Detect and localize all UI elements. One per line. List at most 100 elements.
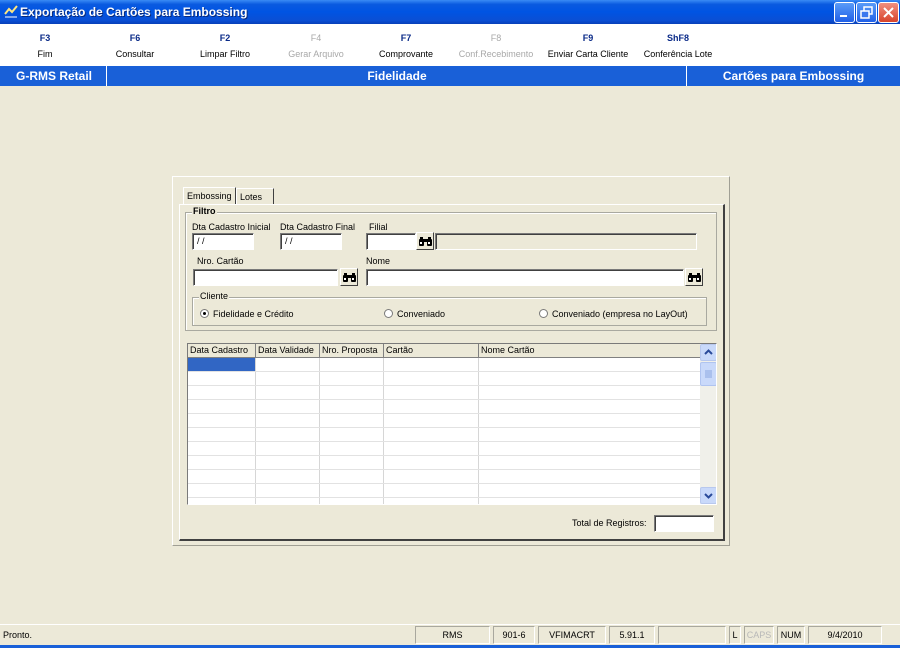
fkey-f7-comprovante[interactable]: F7 Comprovante xyxy=(356,33,456,59)
fkey-key: F9 xyxy=(582,33,594,43)
function-key-bar: F3 Fim F6 Consultar F2 Limpar Filtro F4 … xyxy=(0,24,900,66)
status-bar: Pronto. RMS 901-6 VFIMACRT 5.91.1 L CAPS… xyxy=(0,624,900,648)
fkey-label: Consultar xyxy=(115,49,155,59)
radio-indicator xyxy=(200,309,209,318)
fkey-label: Gerar Arquivo xyxy=(288,49,344,59)
grid-line xyxy=(188,385,700,386)
fkey-label: Fim xyxy=(37,49,53,59)
fkey-f3-fim[interactable]: F3 Fim xyxy=(0,33,95,59)
dta-cadastro-final-field[interactable]: / / xyxy=(280,233,342,250)
window-title: Exportação de Cartões para Embossing xyxy=(20,5,248,19)
scroll-down-button[interactable] xyxy=(700,487,716,504)
fkey-f9-enviar-carta-cliente[interactable]: F9 Enviar Carta Cliente xyxy=(538,33,638,59)
chevron-down-icon xyxy=(704,493,713,499)
app-icon xyxy=(4,5,18,18)
grid-line xyxy=(188,497,700,498)
header-divider xyxy=(106,66,107,86)
header-module-name: Fidelidade xyxy=(367,69,427,83)
tab-content-embossing: Filtro Dta Cadastro Inicial / / Dta Cada… xyxy=(179,204,725,541)
dta-cadastro-final-label: Dta Cadastro Final xyxy=(280,222,356,232)
nro-cartao-search-button[interactable] xyxy=(340,268,358,286)
tab-lotes[interactable]: Lotes xyxy=(236,188,274,205)
radio-label: Fidelidade e Crédito xyxy=(213,309,294,319)
dta-cadastro-inicial-field[interactable]: / / xyxy=(192,233,254,250)
fkey-key: ShF8 xyxy=(666,33,689,43)
fkey-key: F4 xyxy=(310,33,322,43)
grip-icon xyxy=(705,370,712,378)
binoculars-icon xyxy=(343,273,356,282)
fkey-f6-consultar[interactable]: F6 Consultar xyxy=(85,33,185,59)
nome-search-button[interactable] xyxy=(685,268,703,286)
close-button[interactable] xyxy=(878,2,899,23)
fkey-key: F3 xyxy=(39,33,51,43)
fkey-key: F2 xyxy=(219,33,231,43)
grid-line xyxy=(188,469,700,470)
close-icon xyxy=(883,7,894,18)
filial-description-field xyxy=(435,233,697,250)
radio-conveniado[interactable]: Conveniado xyxy=(384,309,445,319)
column-header-cartao[interactable]: Cartão xyxy=(384,344,479,358)
module-header-bar: G-RMS Retail Fidelidade Cartões para Emb… xyxy=(0,66,900,86)
binoculars-icon xyxy=(419,237,432,246)
grid-header: Data Cadastro Data Validade Nro. Propost… xyxy=(188,344,700,358)
cards-grid[interactable]: Data Cadastro Data Validade Nro. Propost… xyxy=(187,343,717,505)
tab-embossing[interactable]: Embossing xyxy=(183,187,236,205)
restore-icon xyxy=(860,6,873,19)
grid-line xyxy=(188,413,700,414)
radio-indicator xyxy=(539,309,548,318)
chevron-up-icon xyxy=(704,349,713,355)
column-header-nome-cartao[interactable]: Nome Cartão xyxy=(479,344,700,358)
nome-field[interactable] xyxy=(366,269,684,286)
radio-fidelidade-credito[interactable]: Fidelidade e Crédito xyxy=(200,309,294,319)
total-registros-field xyxy=(654,515,714,532)
radio-label: Conveniado xyxy=(397,309,446,319)
fkey-label: Enviar Carta Cliente xyxy=(547,49,629,59)
grid-line xyxy=(188,371,700,372)
fkey-label: Limpar Filtro xyxy=(199,49,250,59)
fkey-key: F6 xyxy=(129,33,141,43)
fkey-shf8-conferencia-lote[interactable]: ShF8 Conferência Lote xyxy=(628,33,728,59)
column-header-data-cadastro[interactable]: Data Cadastro xyxy=(188,344,256,358)
nome-label: Nome xyxy=(366,256,391,266)
grid-line xyxy=(188,427,700,428)
filial-field[interactable] xyxy=(366,233,416,250)
status-panel-program: VFIMACRT xyxy=(538,626,606,644)
filial-search-button[interactable] xyxy=(416,232,434,250)
fkey-f4-gerar-arquivo[interactable]: F4 Gerar Arquivo xyxy=(266,33,366,59)
grid-rows[interactable] xyxy=(188,358,700,504)
title-bar[interactable]: Exportação de Cartões para Embossing xyxy=(0,0,900,24)
header-system-name: G-RMS Retail xyxy=(15,69,92,83)
nro-cartao-field[interactable] xyxy=(193,269,338,286)
status-panel-date: 9/4/2010 xyxy=(808,626,882,644)
fkey-f8-conf-recebimento[interactable]: F8 Conf.Recebimento xyxy=(446,33,546,59)
column-header-data-validade[interactable]: Data Validade xyxy=(256,344,320,358)
nro-cartao-label: Nro. Cartão xyxy=(197,256,244,266)
selected-cell[interactable] xyxy=(188,358,255,371)
status-panel-caps: CAPS xyxy=(744,626,774,644)
status-panel-l: L xyxy=(729,626,741,644)
radio-conveniado-empresa-layout[interactable]: Conveniado (empresa no LayOut) xyxy=(539,309,688,319)
grid-line xyxy=(188,399,700,400)
column-header-nro-proposta[interactable]: Nro. Proposta xyxy=(320,344,384,358)
grid-vertical-scrollbar[interactable] xyxy=(700,344,716,504)
fkey-f2-limpar-filtro[interactable]: F2 Limpar Filtro xyxy=(175,33,275,59)
fkey-label: Comprovante xyxy=(378,49,434,59)
fkey-key: F8 xyxy=(490,33,502,43)
filial-label: Filial xyxy=(369,222,388,232)
filtro-legend: Filtro xyxy=(192,206,217,216)
status-panel-system: RMS xyxy=(415,626,490,644)
status-panel-empty xyxy=(658,626,726,644)
radio-label: Conveniado (empresa no LayOut) xyxy=(552,309,688,319)
grid-line xyxy=(188,455,700,456)
cliente-legend: Cliente xyxy=(199,291,230,301)
status-panel-code: 901-6 xyxy=(493,626,535,644)
minimize-button[interactable] xyxy=(834,2,855,23)
fkey-key: F7 xyxy=(400,33,412,43)
scroll-up-button[interactable] xyxy=(700,344,716,361)
grid-line xyxy=(188,441,700,442)
fkey-label: Conf.Recebimento xyxy=(458,49,534,59)
restore-button[interactable] xyxy=(856,2,877,23)
radio-indicator xyxy=(384,309,393,318)
main-panel: Embossing Lotes Filtro Dta Cadastro Inic… xyxy=(172,176,730,546)
scroll-thumb[interactable] xyxy=(700,362,716,386)
